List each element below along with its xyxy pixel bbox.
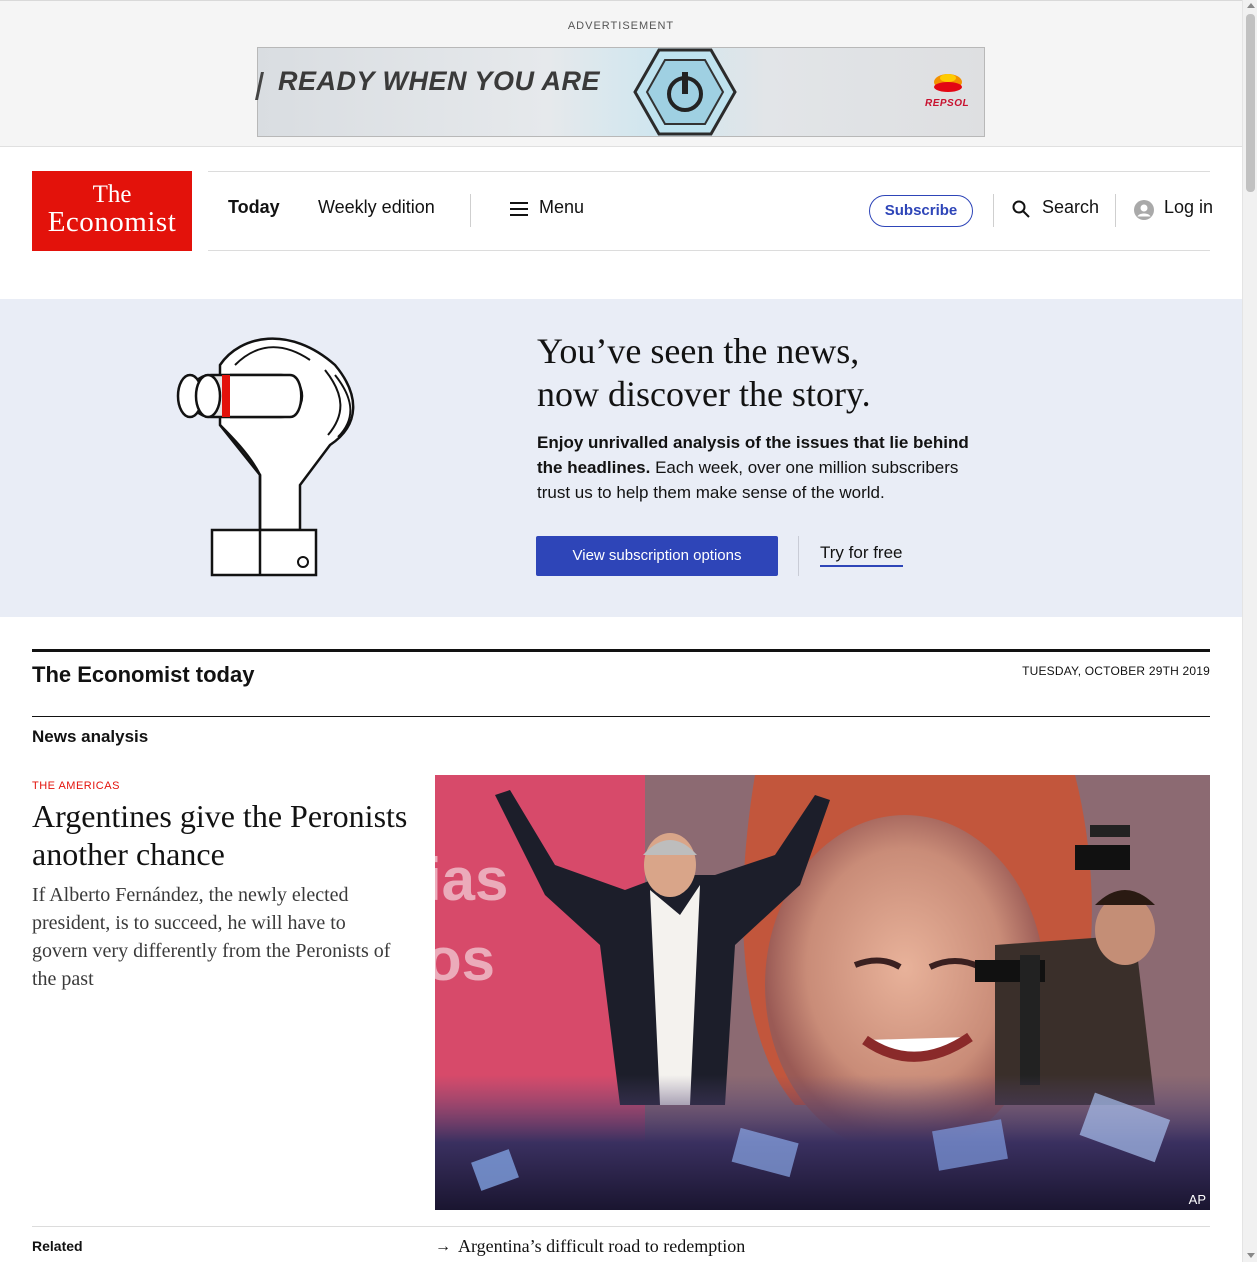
scrollbar-thumb[interactable] xyxy=(1246,14,1255,192)
advertisement-label: ADVERTISEMENT xyxy=(567,20,675,32)
ad-brand-text: REPSOL xyxy=(925,98,970,109)
promo-heading: You’ve seen the news, now discover the s… xyxy=(537,330,957,416)
related-label: Related xyxy=(32,1238,83,1254)
promo-body: Enjoy unrivalled analysis of the issues … xyxy=(537,430,977,505)
user-account-icon[interactable] xyxy=(1134,200,1154,220)
photo-credit: AP xyxy=(1188,1192,1206,1207)
promo-heading-line-1: You’ve seen the news, xyxy=(537,331,860,371)
article-photo[interactable]: ias os AP xyxy=(435,775,1210,1210)
search-icon[interactable] xyxy=(1012,200,1030,218)
svg-text:ias: ias xyxy=(435,846,508,913)
article-headline[interactable]: Argentines give the Peronists another ch… xyxy=(32,797,412,873)
logo-line-1: The xyxy=(92,181,132,208)
article-photo-scene: ias os xyxy=(435,775,1210,1210)
login-button[interactable]: Log in xyxy=(1164,197,1213,218)
nav-divider xyxy=(1115,194,1116,227)
nav-today-link[interactable]: Today xyxy=(228,197,280,218)
article-flytitle[interactable]: THE AMERICAS xyxy=(32,780,120,792)
ad-headline[interactable]: READY WHEN YOU ARE xyxy=(278,66,600,97)
nav-divider xyxy=(470,194,471,227)
news-analysis-label: News analysis xyxy=(32,727,149,746)
nav-menu-button[interactable]: Menu xyxy=(539,197,584,218)
hamburger-menu-icon[interactable] xyxy=(510,202,528,216)
page-scrollbar[interactable] xyxy=(1242,0,1257,1262)
section-title: The Economist today xyxy=(32,662,255,687)
nav-bottom-rule xyxy=(208,250,1210,251)
subscribe-button[interactable]: Subscribe xyxy=(869,195,973,227)
promo-heading-line-2: now discover the story. xyxy=(537,374,871,414)
section-top-rule xyxy=(32,649,1210,652)
svg-text:os: os xyxy=(435,926,495,993)
try-for-free-link[interactable]: Try for free xyxy=(820,543,903,567)
view-subscription-options-button[interactable]: View subscription options xyxy=(536,536,778,576)
power-icon xyxy=(633,48,737,136)
arrow-right-icon: → xyxy=(435,1238,451,1255)
related-rule xyxy=(32,1226,1210,1227)
promo-divider xyxy=(798,536,799,576)
search-button[interactable]: Search xyxy=(1042,197,1099,218)
edition-date: TUESDAY, OCTOBER 29TH 2019 xyxy=(1022,664,1210,678)
nav-divider xyxy=(993,194,994,227)
economist-logo[interactable]: The Economist xyxy=(32,171,192,251)
scroll-up-arrow-icon[interactable] xyxy=(1247,3,1255,8)
nav-top-rule xyxy=(208,171,1210,172)
nav-weekly-edition-link[interactable]: Weekly edition xyxy=(318,197,435,218)
related-article-link[interactable]: Argentina’s difficult road to redemption xyxy=(458,1236,745,1257)
scroll-down-arrow-icon[interactable] xyxy=(1247,1253,1255,1258)
logo-line-2: Economist xyxy=(47,206,177,238)
hands-holding-newspaper-illustration xyxy=(176,337,355,577)
article-rubric: If Alberto Fernández, the newly elected … xyxy=(32,884,391,990)
news-analysis-rule xyxy=(32,716,1210,717)
